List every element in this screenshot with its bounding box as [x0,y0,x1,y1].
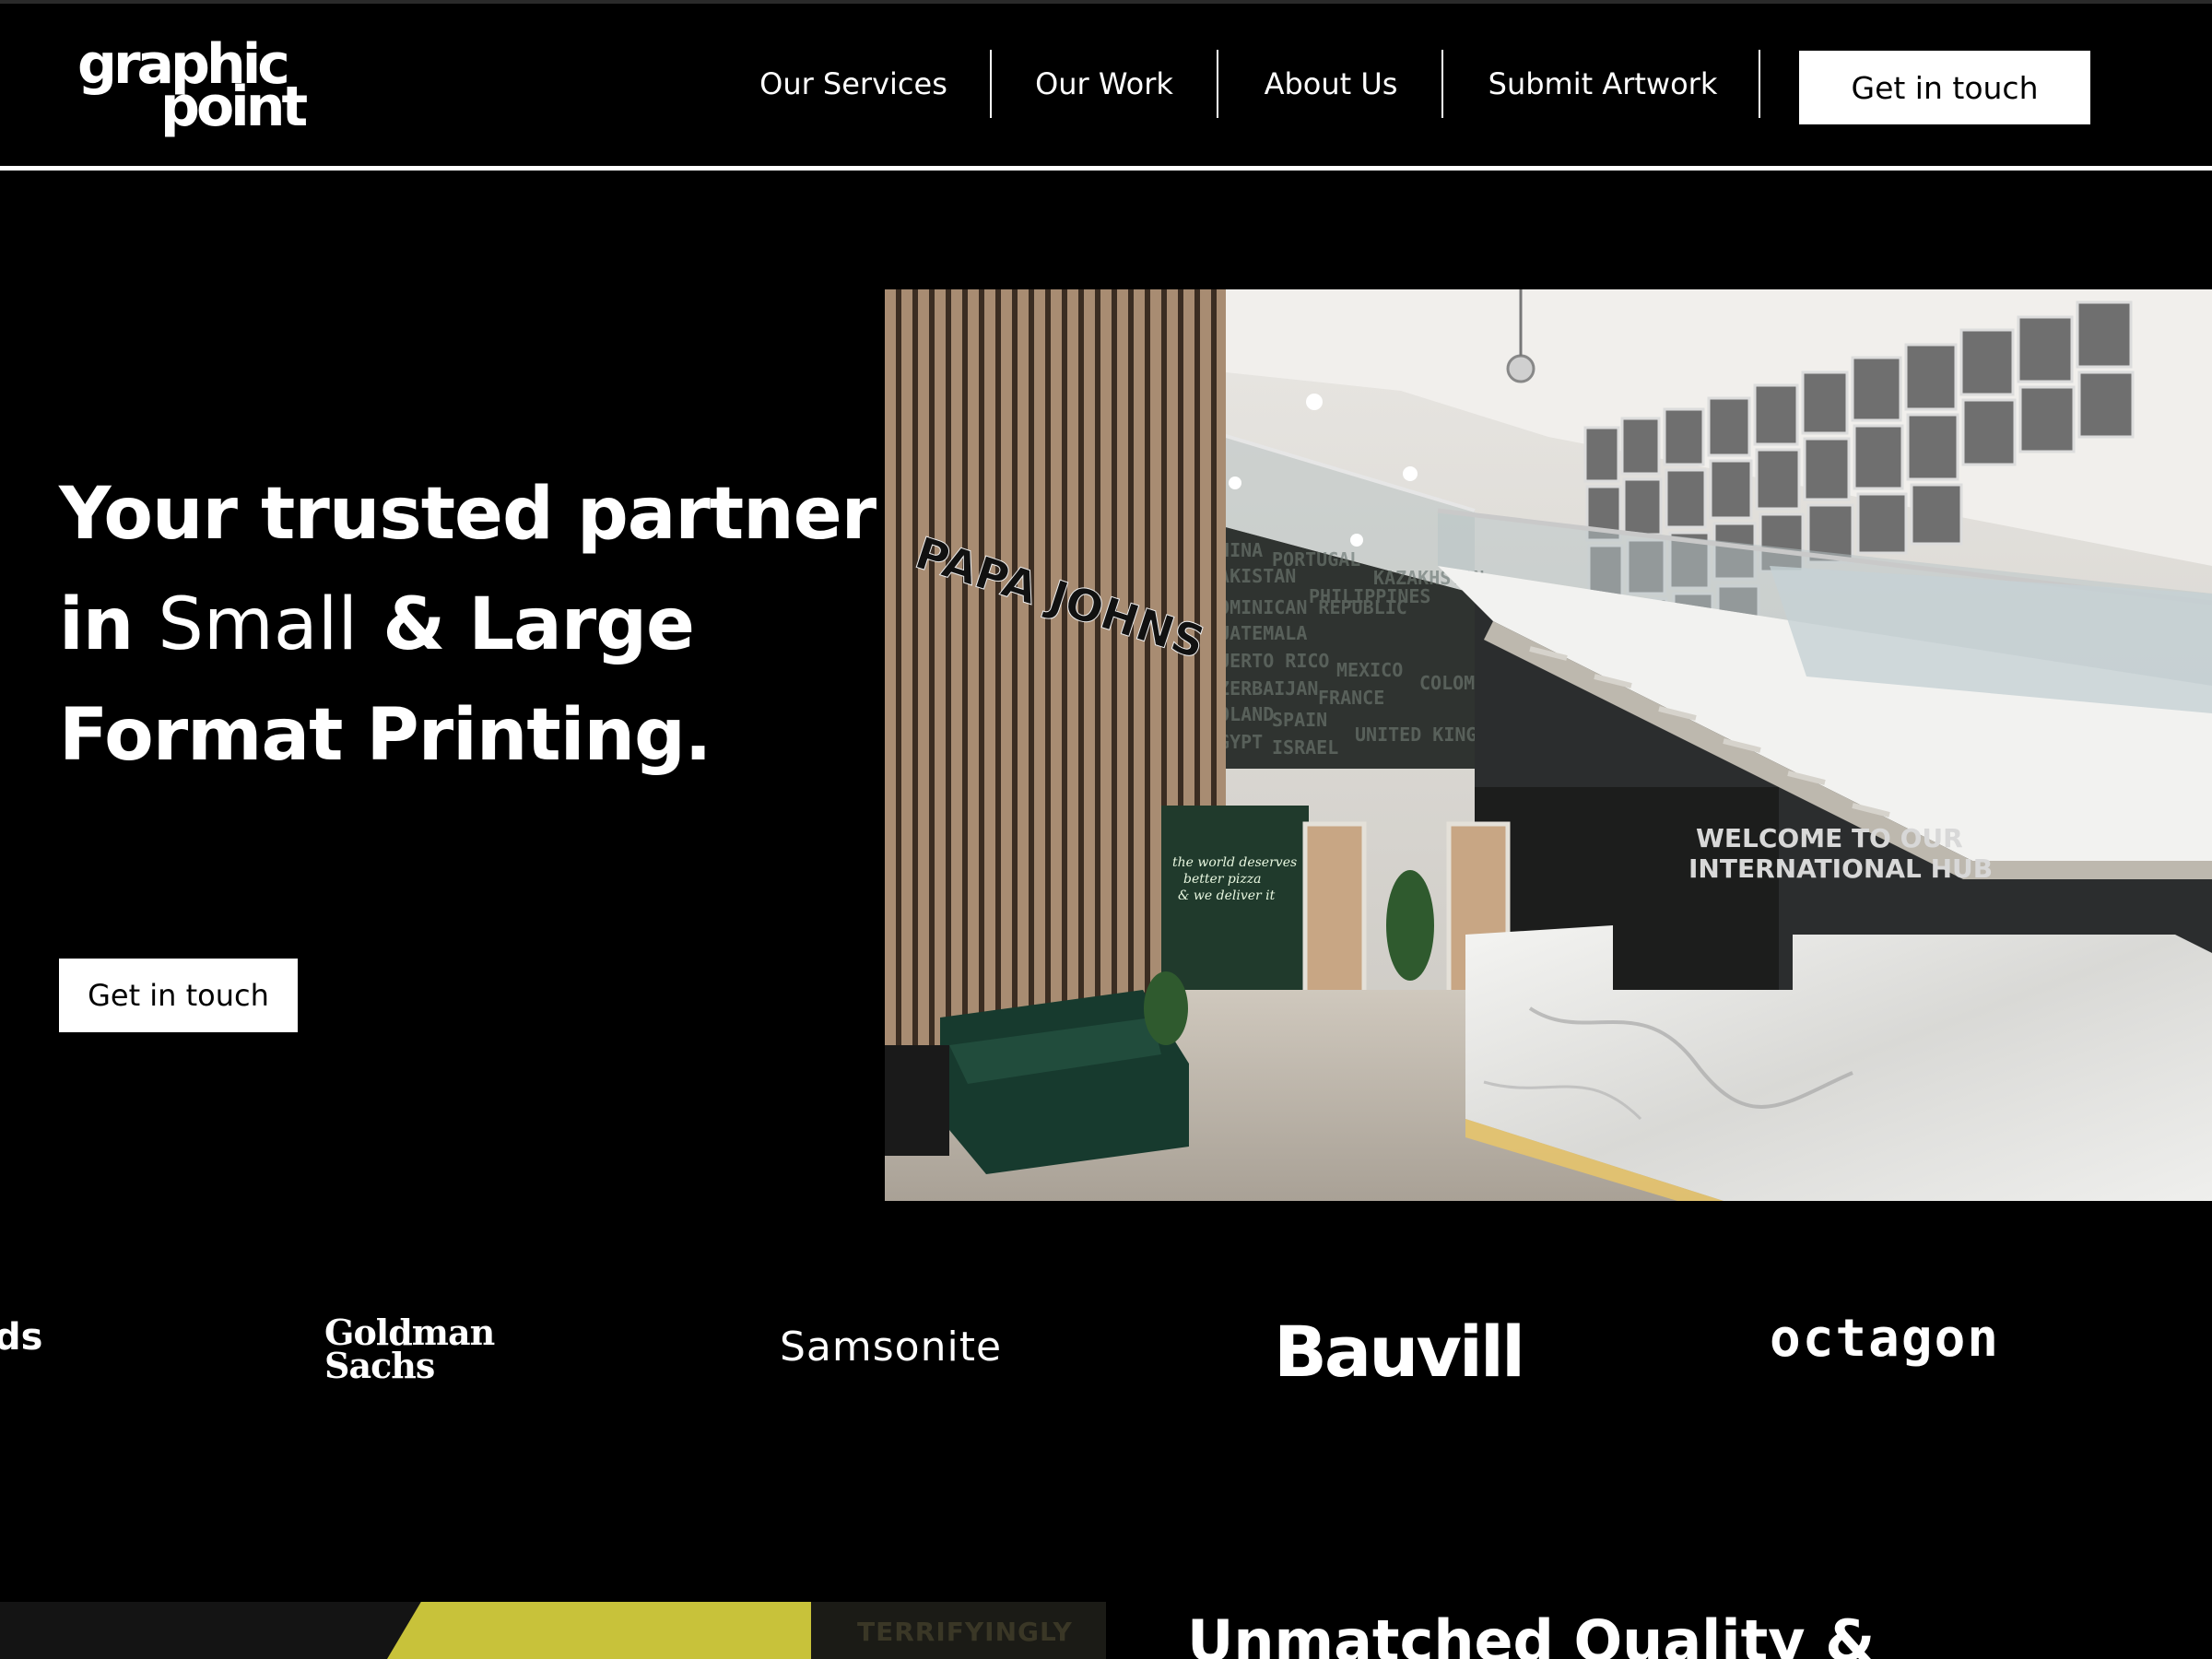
header-get-in-touch-button[interactable]: Get in touch [1799,51,2090,124]
nav-divider [1217,50,1218,118]
section-photo: TERRIFYINGLY [0,1602,1106,1659]
yellow-print-panel [387,1602,811,1659]
print-panel-text: TERRIFYINGLY [857,1617,1073,1647]
client-logo-partial: ds [0,1316,43,1359]
svg-text:better pizza: better pizza [1183,872,1261,887]
header-divider [0,166,2212,171]
logo[interactable]: graphic point [74,37,313,138]
door [1302,821,1367,1002]
nav-submit-artwork[interactable]: Submit Artwork [1460,50,1746,118]
svg-text:ISRAEL: ISRAEL [1272,736,1338,759]
plant [1144,971,1188,1045]
sachs-line: Sachs [324,1345,435,1386]
svg-text:FRANCE: FRANCE [1318,687,1384,709]
nav-our-work[interactable]: Our Work [1012,50,1196,118]
client-logo-goldman-sachs: Goldman Sachs [324,1315,495,1386]
plant [1386,870,1434,981]
nav-about-us[interactable]: About Us [1239,50,1423,118]
nav-our-services[interactable]: Our Services [743,50,964,118]
client-logo-bauvill: Bauvill [1274,1311,1525,1393]
hero-heading: Your trusted partner in Small & Large Fo… [59,459,888,791]
hero-get-in-touch-button[interactable]: Get in touch [59,959,298,1032]
client-logo-octagon: octagon [1770,1309,2001,1369]
svg-text:SPAIN: SPAIN [1272,709,1327,731]
nav-divider [990,50,992,118]
svg-text:MEXICO: MEXICO [1336,659,1403,681]
nav-divider [1759,50,1760,118]
client-logo-samsonite: Samsonite [780,1324,1003,1371]
svg-text:& we deliver it: & we deliver it [1178,888,1276,903]
hero-photo-reception: CHINA PORTUGAL KAZAKHSTAN PAKISTAN PHILI… [885,289,2212,1201]
logo-line-point: point [160,75,308,139]
section-heading: Unmatched Quality & [1187,1607,1876,1659]
wall-hub-text: INTERNATIONAL HUB [1688,853,1993,884]
wall-welcome-text: WELCOME TO OUR [1696,823,1963,853]
hero-heading-light: Small [158,583,359,666]
nav-divider [1441,50,1443,118]
svg-text:the world deserves: the world deserves [1172,855,1297,870]
svg-text:DOMINICAN REPUBLIC: DOMINICAN REPUBLIC [1207,596,1407,618]
